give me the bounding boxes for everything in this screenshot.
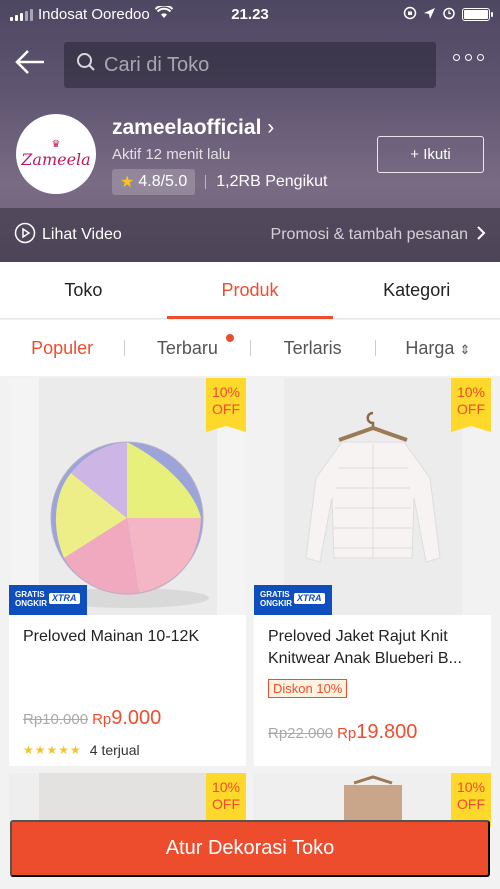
- discount-tag: Diskon 10%: [268, 679, 348, 698]
- lock-rotation-icon: [403, 6, 417, 23]
- more-options-icon[interactable]: [453, 54, 484, 61]
- back-icon[interactable]: [14, 48, 50, 80]
- tab-kategori[interactable]: Kategori: [333, 262, 500, 318]
- xtra-label: XTRA: [294, 593, 325, 604]
- currency: Rp: [337, 725, 357, 742]
- discount-badge: 10% OFF: [451, 773, 491, 827]
- watch-video-link[interactable]: Lihat Video: [14, 222, 122, 249]
- shop-tabs: Toko Produk Kategori: [0, 262, 500, 319]
- sort-populer[interactable]: Populer: [0, 338, 124, 359]
- sort-harga[interactable]: Harga ⇕: [376, 338, 500, 359]
- shop-header: Indosat Ooredoo 21.23 Cari di Toko ♛ Zam…: [0, 0, 500, 262]
- sort-arrows-icon: ⇕: [459, 341, 471, 357]
- follower-count: 1,2RB Pengikut: [216, 173, 328, 190]
- sort-terlaris[interactable]: Terlaris: [251, 338, 375, 359]
- promo-label: Promosi & tambah pesanan: [270, 226, 468, 243]
- free-shipping-badge: GRATIS ONGKIR XTRA: [9, 585, 87, 615]
- sale-price-value: 9.000: [111, 707, 162, 729]
- divider: [205, 175, 207, 189]
- xtra-label: XTRA: [49, 593, 80, 604]
- tab-toko[interactable]: Toko: [0, 262, 167, 318]
- search-input[interactable]: Cari di Toko: [64, 42, 436, 88]
- shop-name-label: zameelaofficial: [112, 116, 262, 139]
- new-indicator-dot: [225, 333, 234, 342]
- sold-count: 4 terjual: [89, 742, 140, 758]
- follow-button[interactable]: + Ikuti: [377, 136, 484, 173]
- discount-badge-pct: 10%: [211, 384, 241, 400]
- discount-badge: 10% OFF: [206, 773, 246, 827]
- shop-active-status: Aktif 12 menit lalu: [112, 146, 231, 163]
- rating-badge: ★ 4.8/5.0: [112, 169, 196, 195]
- sort-terbaru-label: Terbaru: [156, 337, 218, 358]
- sort-harga-label: Harga: [405, 337, 455, 358]
- search-icon: [76, 52, 96, 78]
- video-play-icon: [14, 222, 36, 249]
- tab-produk[interactable]: Produk: [166, 262, 334, 319]
- alarm-icon: [442, 6, 456, 23]
- original-price: Rp10.000: [23, 711, 89, 728]
- original-price: Rp22.000: [268, 725, 334, 742]
- sale-price: Rp19.800: [337, 721, 417, 744]
- chevron-right-icon: ›: [267, 116, 275, 139]
- product-card[interactable]: 10% OFF GRATIS ONGKIR XTRA Preloved Jake…: [254, 378, 491, 766]
- discount-badge: 10% OFF: [206, 378, 246, 432]
- discount-badge-pct: 10%: [456, 384, 486, 400]
- discount-badge: 10% OFF: [451, 378, 491, 432]
- discount-badge-off: OFF: [457, 796, 485, 812]
- sold-row: ★★★★★ 4 terjual: [23, 742, 140, 758]
- sort-terbaru[interactable]: Terbaru: [125, 333, 249, 359]
- price-row: Rp10.000 Rp9.000: [23, 707, 161, 730]
- product-image-cardigan: 10% OFF GRATIS ONGKIR XTRA: [254, 378, 491, 615]
- sale-price-value: 19.800: [356, 721, 418, 743]
- sort-bar: Populer Terbaru Terlaris Harga ⇕: [0, 320, 500, 376]
- price-row: Rp22.000 Rp19.800: [268, 721, 417, 744]
- location-icon: [423, 7, 436, 23]
- promo-link[interactable]: Promosi & tambah pesanan: [271, 225, 486, 246]
- search-placeholder: Cari di Toko: [104, 53, 210, 76]
- battery-icon: [462, 8, 493, 21]
- product-title: Preloved Jaket Rajut Knit Knitwear Anak …: [268, 628, 462, 667]
- discount-badge-pct: 10%: [211, 779, 241, 795]
- discount-badge-off: OFF: [212, 796, 240, 812]
- shop-avatar[interactable]: ♛ Zameela: [16, 114, 96, 194]
- rating-value: 4.8/5.0: [138, 173, 188, 190]
- free-shipping-badge: GRATIS ONGKIR XTRA: [254, 585, 332, 615]
- status-bar: Indosat Ooredoo 21.23: [0, 0, 500, 30]
- watch-video-label: Lihat Video: [42, 226, 122, 243]
- shop-name[interactable]: zameelaofficial ›: [112, 116, 274, 140]
- currency: Rp: [92, 711, 112, 728]
- sale-price: Rp9.000: [92, 707, 161, 730]
- product-card[interactable]: 10% OFF GRATIS ONGKIR XTRA Preloved Main…: [9, 378, 246, 766]
- decorate-shop-button[interactable]: Atur Dekorasi Toko: [10, 820, 490, 877]
- product-image-ball: 10% OFF GRATIS ONGKIR XTRA: [9, 378, 246, 615]
- discount-badge-off: OFF: [212, 401, 240, 417]
- star-icon: ★: [120, 174, 135, 191]
- chevron-right-icon: [476, 225, 486, 246]
- shop-logo-text: Zameela: [21, 149, 91, 169]
- product-title: Preloved Mainan 10-12K: [23, 628, 200, 645]
- rating-stars-icon: ★★★★★: [23, 743, 82, 757]
- discount-badge-off: OFF: [457, 401, 485, 417]
- discount-badge-pct: 10%: [456, 779, 486, 795]
- crown-icon: ♛: [51, 138, 61, 150]
